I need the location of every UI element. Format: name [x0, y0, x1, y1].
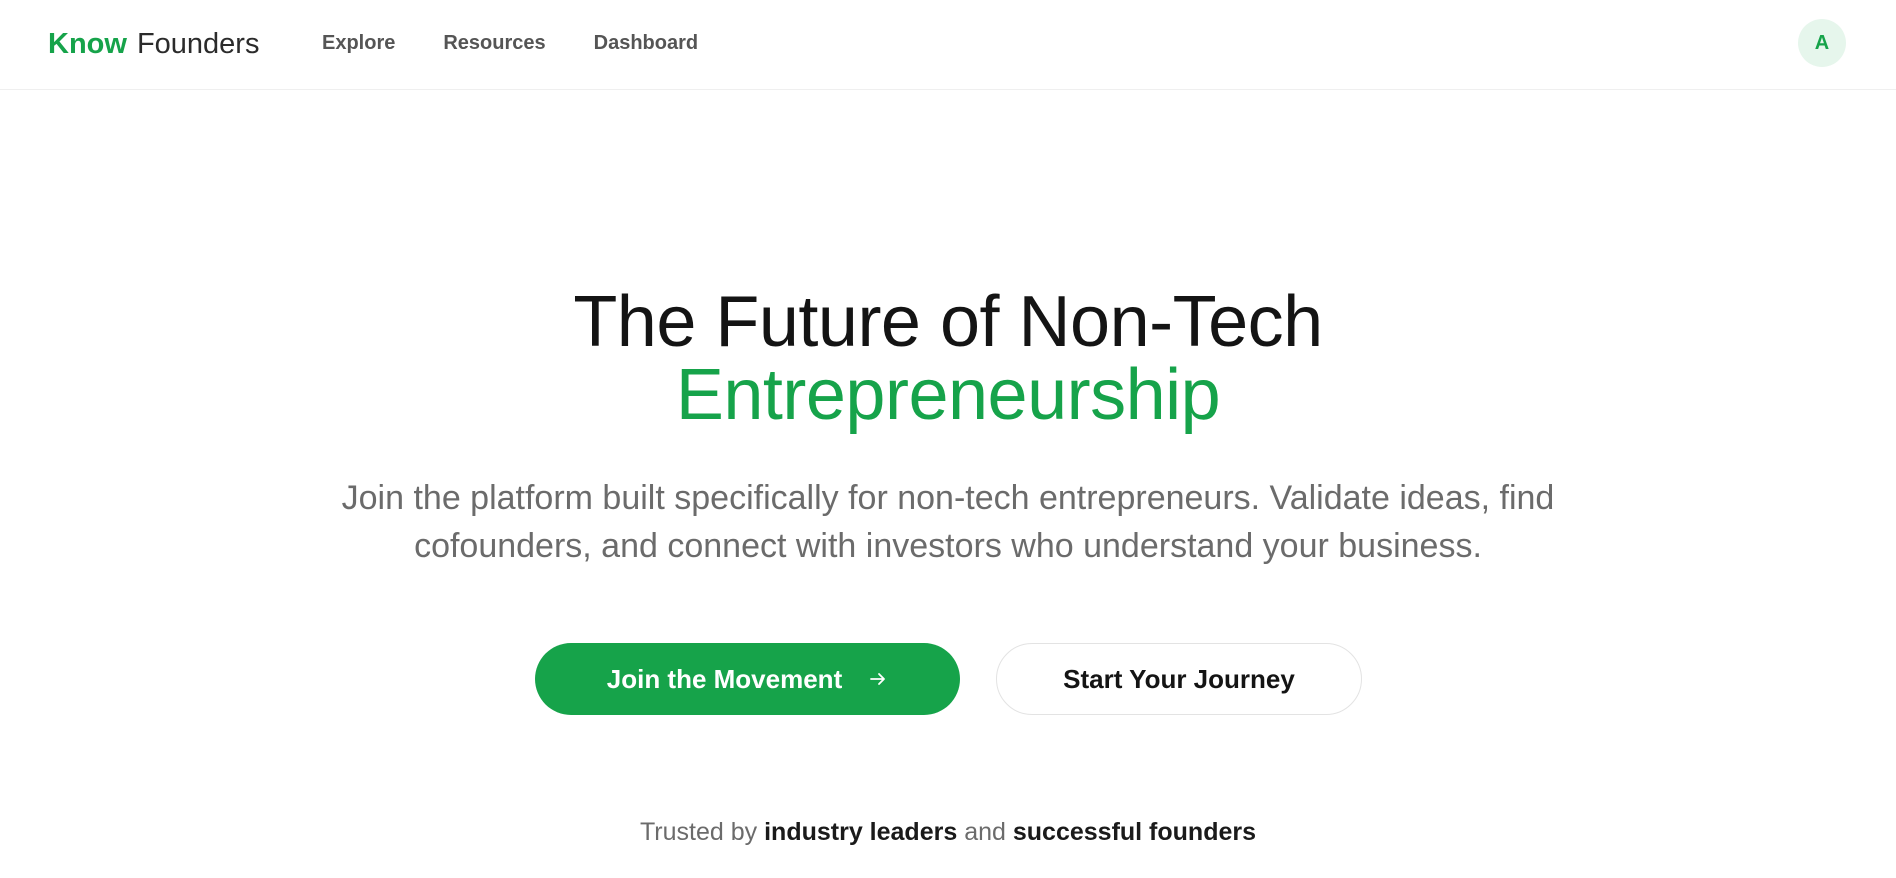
hero-subtitle: Join the platform built specifically for…	[341, 479, 1555, 565]
top-navbar: Know Founders Explore Resources Dashboard…	[0, 0, 1896, 90]
user-avatar[interactable]: A	[1798, 19, 1846, 67]
logo-know-text: Know	[48, 28, 127, 60]
start-journey-button[interactable]: Start Your Journey	[996, 643, 1362, 715]
nav-link-dashboard[interactable]: Dashboard	[594, 30, 698, 56]
hero-title: The Future of Non-Tech	[573, 282, 1323, 362]
logo-founders-text: Founders	[136, 28, 260, 60]
hero-section: The Future of Non-Tech Entrepreneurship …	[0, 90, 1896, 878]
trusted-highlight-industry: industry leaders	[764, 818, 958, 846]
nav-link-resources[interactable]: Resources	[443, 30, 545, 56]
nav-link-explore[interactable]: Explore	[322, 30, 395, 56]
start-journey-label: Start Your Journey	[1063, 663, 1295, 694]
arrow-right-icon	[868, 669, 888, 689]
trusted-by-text: Trusted by industry leaders and successf…	[0, 816, 1896, 848]
cta-group: Join the Movement Start Your Journey	[0, 643, 1896, 715]
hero-title-accent: Entrepreneurship	[675, 355, 1221, 435]
brand-logo[interactable]: Know Founders	[48, 24, 259, 64]
trusted-connector: and	[964, 818, 1006, 846]
join-movement-label: Join the Movement	[606, 663, 843, 694]
trusted-highlight-founders: successful founders	[1012, 818, 1257, 846]
trusted-prefix: Trusted by	[639, 818, 758, 846]
join-movement-button[interactable]: Join the Movement	[535, 643, 960, 715]
main-nav: Explore Resources Dashboard	[322, 30, 698, 56]
